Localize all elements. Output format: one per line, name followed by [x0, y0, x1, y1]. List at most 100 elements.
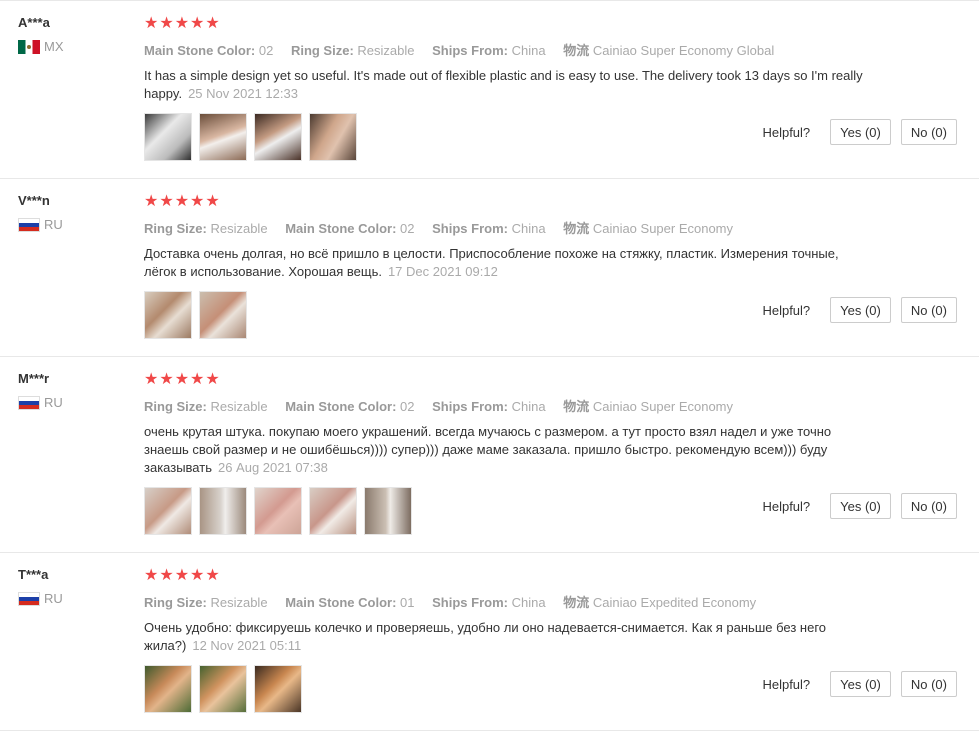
- reviewer-name: M***r: [18, 371, 50, 386]
- reviewer-country: MX: [18, 39, 128, 54]
- reviewer-info: T***a RU: [18, 567, 128, 606]
- helpful-yes-button[interactable]: Yes (0): [830, 493, 891, 519]
- review-photo-thumbnail[interactable]: [144, 487, 192, 535]
- attr-value: Cainiao Super Economy: [592, 399, 734, 414]
- helpful-no-button[interactable]: No (0): [900, 493, 957, 519]
- attr-value: 02: [258, 43, 274, 58]
- russia-flag-icon: [18, 395, 40, 410]
- reviewer-info: A***a MX: [18, 15, 128, 54]
- helpful-vote: Helpful? Yes (0) No (0): [762, 493, 957, 519]
- attr-value: China: [511, 399, 546, 414]
- attr-key: 物流: [563, 221, 590, 236]
- review-photo-thumbnail[interactable]: [254, 113, 302, 161]
- country-code: MX: [44, 39, 64, 54]
- star-rating: ★★★★★: [144, 15, 221, 32]
- star-rating: ★★★★★: [144, 371, 221, 388]
- attr-key: 物流: [563, 595, 590, 610]
- review-list: A***a MX ★★★★★ Main Stone Color: 02 Ring…: [0, 0, 979, 731]
- helpful-yes-button[interactable]: Yes (0): [830, 119, 891, 145]
- attr-value: China: [511, 43, 546, 58]
- attr-value: Resizable: [210, 221, 268, 236]
- reviewer-info: V***n RU: [18, 193, 128, 232]
- attr-key: Ring Size:: [144, 595, 207, 610]
- attr-key: Ring Size:: [290, 43, 354, 58]
- helpful-yes-button[interactable]: Yes (0): [830, 297, 891, 323]
- russia-flag-icon: [18, 591, 40, 606]
- review-photo-thumbnail[interactable]: [309, 113, 357, 161]
- review-photo-thumbnail[interactable]: [254, 487, 302, 535]
- review-photo-thumbnail[interactable]: [199, 113, 247, 161]
- order-attributes: Main Stone Color: 02 Ring Size: Resizabl…: [144, 43, 959, 59]
- helpful-vote: Helpful? Yes (0) No (0): [762, 297, 957, 323]
- review-item: V***n RU ★★★★★ Ring Size: Resizable Main…: [0, 179, 979, 357]
- attr-key: Main Stone Color:: [285, 399, 397, 414]
- attr-key: Main Stone Color:: [285, 595, 397, 610]
- attr-value: Cainiao Expedited Economy: [592, 595, 757, 610]
- review-photo-thumbnail[interactable]: [254, 665, 302, 713]
- order-attributes: Ring Size: Resizable Main Stone Color: 0…: [144, 399, 959, 415]
- reviewer-country: RU: [18, 591, 128, 606]
- reviewer-name: A***a: [18, 15, 50, 30]
- attr-key: Ring Size:: [144, 221, 207, 236]
- review-text: Доставка очень долгая, но всё пришло в ц…: [144, 245, 864, 281]
- attr-key: Main Stone Color:: [144, 43, 256, 58]
- reviewer-name: T***a: [18, 567, 49, 582]
- attr-key: Ships From:: [432, 595, 508, 610]
- review-date: 12 Nov 2021 05:11: [192, 638, 302, 653]
- review-item: M***r RU ★★★★★ Ring Size: Resizable Main…: [0, 357, 979, 553]
- attr-value: 01: [400, 595, 415, 610]
- helpful-label: Helpful?: [762, 676, 811, 692]
- attr-key: 物流: [563, 43, 590, 58]
- review-text: It has a simple design yet so useful. It…: [144, 67, 864, 103]
- review-text: очень крутая штука. покупаю моего украше…: [144, 423, 864, 477]
- helpful-vote: Helpful? Yes (0) No (0): [762, 671, 957, 697]
- reviewer-country: RU: [18, 395, 128, 410]
- country-code: RU: [44, 395, 63, 410]
- attr-value: Resizable: [357, 43, 415, 58]
- attr-value: Cainiao Super Economy: [592, 221, 734, 236]
- attr-value: China: [511, 595, 546, 610]
- attr-value: 02: [400, 221, 415, 236]
- helpful-yes-button[interactable]: Yes (0): [830, 671, 891, 697]
- attr-value: Resizable: [210, 399, 268, 414]
- helpful-label: Helpful?: [762, 124, 811, 140]
- attr-key: Ships From:: [432, 221, 508, 236]
- review-item: T***a RU ★★★★★ Ring Size: Resizable Main…: [0, 553, 979, 731]
- review-date: 26 Aug 2021 07:38: [217, 460, 328, 475]
- helpful-no-button[interactable]: No (0): [900, 297, 957, 323]
- review-photo-thumbnail[interactable]: [364, 487, 412, 535]
- review-photo-thumbnail[interactable]: [144, 665, 192, 713]
- review-date: 25 Nov 2021 12:33: [188, 86, 298, 101]
- review-photo-thumbnail[interactable]: [199, 291, 247, 339]
- attr-value: Cainiao Super Economy Global: [592, 43, 775, 58]
- mexico-flag-icon: [18, 39, 40, 54]
- reviewer-info: M***r RU: [18, 371, 128, 410]
- review-item: A***a MX ★★★★★ Main Stone Color: 02 Ring…: [0, 1, 979, 179]
- helpful-no-button[interactable]: No (0): [900, 671, 957, 697]
- review-photo-thumbnail[interactable]: [144, 113, 192, 161]
- country-code: RU: [44, 591, 63, 606]
- attr-value: 02: [400, 399, 415, 414]
- order-attributes: Ring Size: Resizable Main Stone Color: 0…: [144, 221, 959, 237]
- attr-key: Ships From:: [432, 399, 508, 414]
- order-attributes: Ring Size: Resizable Main Stone Color: 0…: [144, 595, 959, 611]
- review-photo-thumbnail[interactable]: [309, 487, 357, 535]
- review-photo-thumbnail[interactable]: [144, 291, 192, 339]
- attr-value: China: [511, 221, 546, 236]
- review-photo-thumbnail[interactable]: [199, 487, 247, 535]
- helpful-label: Helpful?: [762, 498, 811, 514]
- attr-key: Main Stone Color:: [285, 221, 397, 236]
- star-rating: ★★★★★: [144, 193, 221, 210]
- reviewer-country: RU: [18, 217, 128, 232]
- helpful-vote: Helpful? Yes (0) No (0): [762, 119, 957, 145]
- reviewer-name: V***n: [18, 193, 50, 208]
- russia-flag-icon: [18, 217, 40, 232]
- review-photo-thumbnail[interactable]: [199, 665, 247, 713]
- helpful-no-button[interactable]: No (0): [900, 119, 957, 145]
- attr-key: Ring Size:: [144, 399, 207, 414]
- attr-value: Resizable: [210, 595, 268, 610]
- helpful-label: Helpful?: [762, 302, 811, 318]
- review-text: Очень удобно: фиксируешь колечко и прове…: [144, 619, 864, 655]
- star-rating: ★★★★★: [144, 567, 221, 584]
- review-date: 17 Dec 2021 09:12: [387, 264, 498, 279]
